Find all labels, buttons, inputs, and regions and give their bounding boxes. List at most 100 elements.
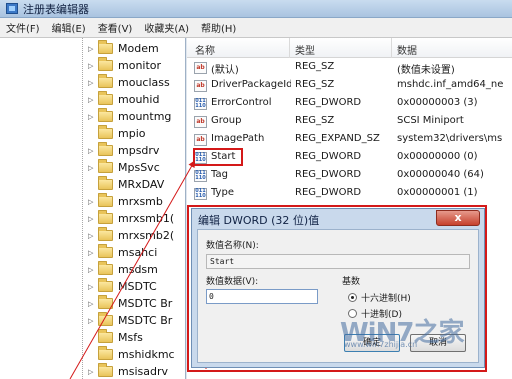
menu-help[interactable]: 帮助(H) [201,20,236,35]
tree-item[interactable]: ▷ MpsSvc [82,159,160,176]
registry-key-tree[interactable]: ▷ Modem ▷ monitor ▷ mouclass ▷ mouhid ▷ mountmg mp… [0,38,186,379]
value-data-label: 数值数据(V): [206,277,259,287]
value-type: REG_DWORD [295,97,362,108]
expand-arrow-icon[interactable]: ▷ [88,283,96,291]
expand-arrow-icon[interactable]: ▷ [88,232,96,240]
value-name: (默认) [211,65,239,76]
value-row[interactable]: ab Group REG_SZ SCSI Miniport [187,113,512,131]
value-data: 0x00000000 (0) [397,151,478,162]
tree-item[interactable]: ▷ mountmg [82,108,171,125]
tree-item[interactable]: mshidkmc [82,346,175,363]
expand-arrow-icon[interactable]: ▷ [88,368,96,376]
column-header-data[interactable]: 数据 [397,42,417,57]
string-value-icon: ab [194,80,207,92]
radio-hexadecimal-circle[interactable] [348,293,357,302]
tree-item[interactable]: ▷ mrxsmb [82,193,163,210]
value-row[interactable]: ab ImagePath REG_EXPAND_SZ system32\drivers… [187,131,512,149]
value-name: DriverPackageId [211,79,291,90]
menu-view[interactable]: 查看(V) [98,20,133,35]
tree-item-label: MSDTC Br [118,314,173,327]
tree-item[interactable]: ▷ mpsdrv [82,142,159,159]
expand-arrow-icon[interactable]: ▷ [88,62,96,70]
tree-item-label: mrxsmb [118,195,163,208]
menu-favorites[interactable]: 收藏夹(A) [144,20,189,35]
value-row[interactable]: 011 110 ErrorControl REG_DWORD 0x00000003 (… [187,95,512,113]
tree-item[interactable]: Msfs [82,329,143,346]
tree-item-label: mrxsmb1( [118,212,175,225]
tree-item[interactable]: ▷ monitor [82,57,161,74]
tree-item-label: mpsdrv [118,144,160,157]
value-type: REG_DWORD [295,151,362,162]
tree-item[interactable]: ▷ msahci [82,244,157,261]
string-value-icon: ab [194,134,207,146]
dword-value-icon: 011 110 [194,170,207,182]
column-separator[interactable] [391,38,392,58]
folder-icon [98,142,113,156]
folder-icon [98,227,113,241]
radio-hexadecimal[interactable]: 十六进制(H) [348,291,411,304]
tree-item[interactable]: ▷ mrxsmb1( [82,210,174,227]
expand-arrow-icon[interactable]: ▷ [88,45,96,53]
value-data: 0x00000003 (3) [397,97,478,108]
tree-item[interactable]: mpio [82,125,145,142]
expand-arrow-icon[interactable]: ▷ [88,96,96,104]
registry-editor-icon [6,3,18,14]
tree-item-label: mrxsmb2( [118,229,175,242]
expand-arrow-icon[interactable]: ▷ [88,317,96,325]
tree-item[interactable]: ▷ msisadrv [82,363,168,379]
value-row[interactable]: 011 110 Type REG_DWORD 0x00000001 (1) [187,185,512,203]
tree-item-label: MpsSvc [118,161,160,174]
tree-item[interactable]: ▷ mrxsmb2( [82,227,174,244]
expand-arrow-icon[interactable]: ▷ [88,79,96,87]
tree-item-label: MSDTC [118,280,157,293]
tree-item-label: Modem [118,42,159,55]
value-type: REG_SZ [295,115,335,126]
tree-item[interactable]: ▷ MSDTC [82,278,157,295]
value-data: 0x00000040 (64) [397,169,484,180]
value-row[interactable]: 011 110 Start REG_DWORD 0x00000000 (0) [187,148,512,167]
tree-item[interactable]: ▷ msdsm [82,261,158,278]
value-data: (数值未设置) [397,65,455,76]
tree-item[interactable]: MRxDAV [82,176,164,193]
value-data: system32\drivers\ms [397,133,503,144]
tree-item-label: MRxDAV [118,178,165,191]
column-header-name[interactable]: 名称 [195,42,215,57]
expand-arrow-icon[interactable]: ▷ [88,198,96,206]
value-data-input[interactable]: 0 [206,289,318,304]
tree-item-label: mouclass [118,76,170,89]
expand-arrow-icon[interactable]: ▷ [88,164,96,172]
tree-item[interactable]: ▷ MSDTC Br [82,295,172,312]
tree-item[interactable]: ▷ MSDTC Br [82,312,172,329]
start-highlight-box [193,148,243,166]
value-data: 0x00000001 (1) [397,187,478,198]
folder-icon [98,159,113,173]
expand-arrow-icon[interactable]: ▷ [88,266,96,274]
folder-icon [98,125,113,139]
watermark-url: www.win7zhijia.cn [344,340,418,349]
expand-arrow-icon[interactable]: ▷ [88,249,96,257]
value-data: SCSI Miniport [397,115,464,126]
string-value-icon: ab [194,116,207,128]
menu-bar: 文件(F) 编辑(E) 查看(V) 收藏夹(A) 帮助(H) [0,18,512,38]
value-type: REG_SZ [295,61,335,72]
dialog-close-button[interactable]: x [436,210,480,226]
expand-arrow-icon[interactable]: ▷ [88,113,96,121]
folder-icon [98,57,113,71]
folder-icon [98,261,113,275]
value-type: REG_DWORD [295,187,362,198]
value-row[interactable]: 011 110 Tag REG_DWORD 0x00000040 (64) [187,167,512,185]
expand-arrow-icon[interactable]: ▷ [88,215,96,223]
tree-item-label: mpio [118,127,146,140]
folder-icon [98,210,113,224]
column-header-type[interactable]: 类型 [295,42,315,57]
menu-file[interactable]: 文件(F) [6,20,40,35]
menu-edit[interactable]: 编辑(E) [52,20,86,35]
tree-item[interactable]: ▷ mouclass [82,74,170,91]
value-row[interactable]: ab DriverPackageId REG_SZ mshdc.inf_amd64_n… [187,77,512,95]
column-separator[interactable] [289,38,290,58]
expand-arrow-icon[interactable]: ▷ [88,300,96,308]
tree-item[interactable]: ▷ mouhid [82,91,159,108]
value-row[interactable]: ab (默认) REG_SZ (数值未设置) [187,59,512,77]
tree-item[interactable]: ▷ Modem [82,40,159,57]
expand-arrow-icon[interactable]: ▷ [88,147,96,155]
